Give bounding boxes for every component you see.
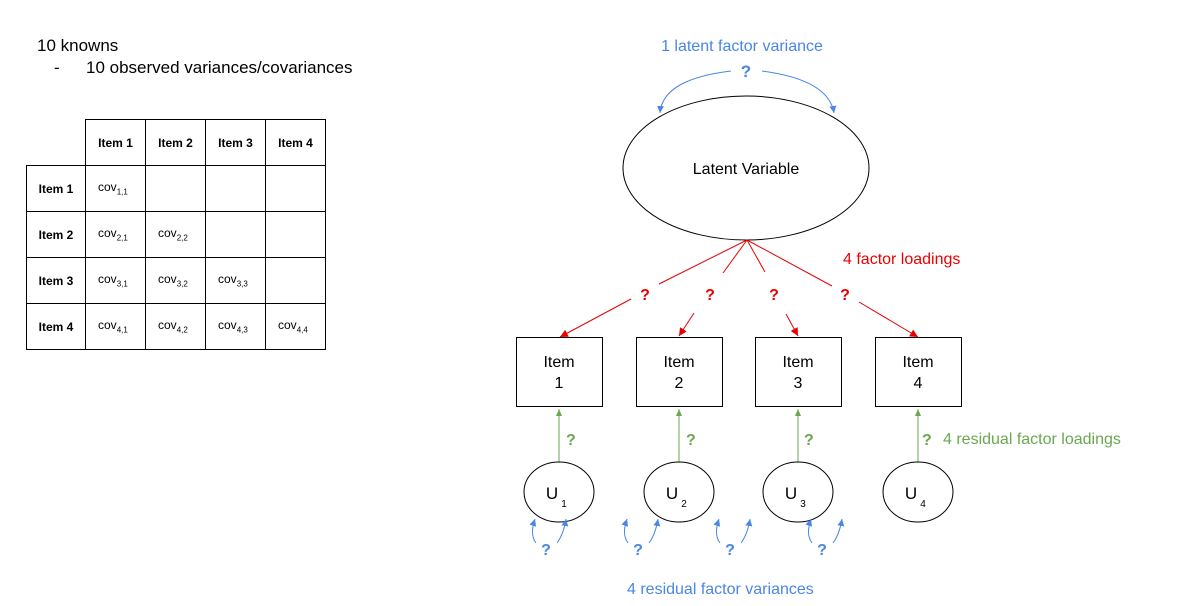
residual-circle-2: U 2 (643, 461, 715, 523)
residual-variance-3: ? (713, 518, 753, 559)
residual-variance-4: ? (805, 518, 845, 559)
residual-loadings-label: 4 residual factor loadings (943, 431, 1121, 448)
residual-variance-unknown: ? (725, 542, 735, 559)
loading-arrow-3 (785, 313, 799, 337)
item-number: 4 (914, 375, 923, 392)
item-box-3: Item 3 (755, 337, 842, 407)
item-label: Item (543, 354, 574, 371)
loading-unknown-1: ? (640, 287, 650, 304)
factor-loadings-label: 4 factor loadings (843, 251, 960, 268)
latent-variance-unknown: ? (741, 62, 751, 81)
latent-variable-label: Latent Variable (693, 161, 800, 178)
residual-variance-unknown: ? (541, 542, 551, 559)
residual-label: U (546, 484, 558, 503)
residual-label: U (666, 484, 678, 503)
residual-variance-unknown: ? (817, 542, 827, 559)
loading-unknown-2: ? (705, 287, 715, 304)
item-label: Item (902, 354, 933, 371)
residual-loading-unknown-4: ? (922, 432, 932, 449)
residual-subscript: 4 (920, 499, 926, 510)
residual-circle-1: U 1 (523, 461, 595, 523)
residual-circle-4: U 4 (882, 461, 954, 523)
item-label: Item (663, 354, 694, 371)
sem-diagram: 1 latent factor variance ? Latent Variab… (516, 38, 1121, 598)
residual-variance-unknown: ? (633, 542, 643, 559)
loading-arrow-4 (858, 301, 919, 338)
residual-subscript: 2 (681, 499, 687, 510)
item-number: 1 (555, 375, 564, 392)
loading-unknown-3: ? (769, 287, 779, 304)
item-box-4: Item 4 (875, 337, 962, 407)
residual-subscript: 1 (561, 499, 567, 510)
residual-variances-label: 4 residual factor variances (627, 581, 814, 598)
item-number: 2 (675, 375, 684, 392)
residual-loading-unknown-1: ? (566, 432, 576, 449)
residual-label: U (905, 484, 917, 503)
loading-arrow-2 (678, 312, 695, 337)
residual-loading-unknown-3: ? (804, 432, 814, 449)
residual-loading-unknown-2: ? (686, 432, 696, 449)
item-box-1: Item 1 (516, 337, 603, 407)
loading-arrow-1 (559, 298, 632, 338)
item-number: 3 (794, 375, 803, 392)
loading-line-1-top (658, 239, 748, 285)
item-label: Item (782, 354, 813, 371)
residual-variance-1: ? (529, 518, 569, 559)
loading-unknown-4: ? (840, 287, 850, 304)
residual-variance-2: ? (621, 518, 661, 559)
residual-circle-3: U 3 (762, 461, 834, 523)
item-box-2: Item 2 (636, 337, 723, 407)
loading-line-2-top (722, 239, 748, 274)
latent-variance-label: 1 latent factor variance (661, 38, 823, 55)
residual-label: U (785, 484, 797, 503)
residual-subscript: 3 (800, 499, 806, 510)
